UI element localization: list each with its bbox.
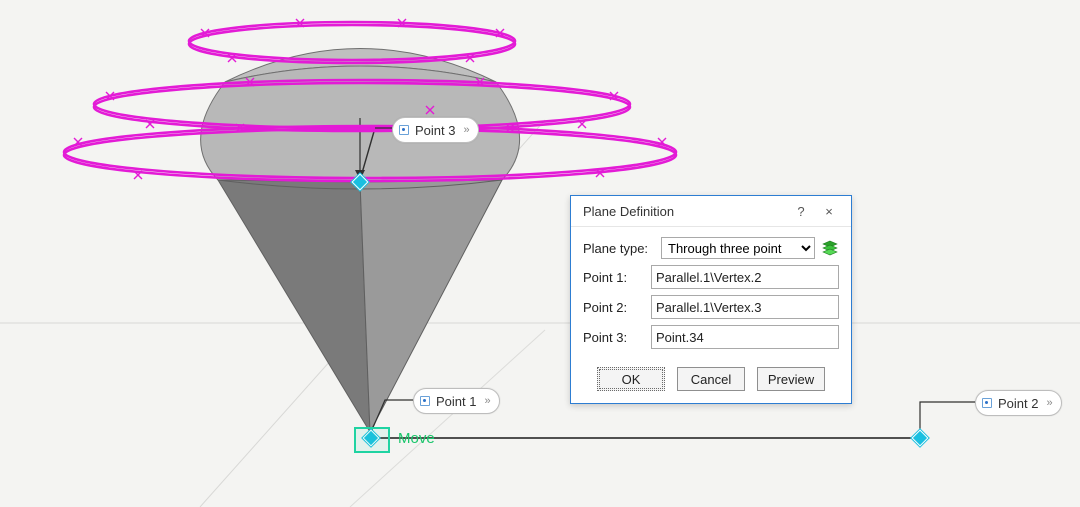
plane-definition-dialog[interactable]: Plane Definition ? × Plane type: Through… [570, 195, 852, 404]
dialog-body: Plane type: Through three point Point 1:… [571, 227, 851, 359]
ok-button[interactable]: OK [597, 367, 665, 391]
chevron-right-icon: » [1046, 397, 1052, 409]
dialog-titlebar[interactable]: Plane Definition ? × [571, 196, 851, 227]
viewport-3d[interactable]: Move Point 3 » Point 1 » Point 2 » Plane… [0, 0, 1080, 507]
stack-icon[interactable] [821, 239, 839, 257]
callout-point2[interactable]: Point 2 » [975, 390, 1062, 416]
point1-field[interactable] [651, 265, 839, 289]
callout-point1[interactable]: Point 1 » [413, 388, 500, 414]
callout-label: Point 3 [415, 123, 455, 138]
point2-field[interactable] [651, 295, 839, 319]
cancel-button[interactable]: Cancel [677, 367, 745, 391]
plane-type-select[interactable]: Through three point [661, 237, 815, 259]
point1-label: Point 1: [583, 270, 645, 285]
chevron-right-icon: » [484, 395, 490, 407]
preview-button[interactable]: Preview [757, 367, 825, 391]
move-label: Move [398, 430, 435, 447]
point-icon [420, 396, 430, 406]
leader-point2 [918, 402, 975, 440]
dialog-button-bar: OK Cancel Preview [571, 359, 851, 403]
geometry-body[interactable] [201, 49, 520, 433]
plane-type-label: Plane type: [583, 241, 655, 256]
point2-label: Point 2: [583, 300, 645, 315]
point3-field[interactable] [651, 325, 839, 349]
close-button[interactable]: × [815, 204, 843, 219]
point3-label: Point 3: [583, 330, 645, 345]
selection-box[interactable] [354, 427, 390, 453]
callout-point3[interactable]: Point 3 » [392, 117, 479, 143]
callout-label: Point 2 [998, 396, 1038, 411]
help-button[interactable]: ? [787, 204, 815, 219]
callout-label: Point 1 [436, 394, 476, 409]
dialog-title: Plane Definition [583, 204, 674, 219]
point-icon [982, 398, 992, 408]
chevron-right-icon: » [463, 124, 469, 136]
point-icon [399, 125, 409, 135]
